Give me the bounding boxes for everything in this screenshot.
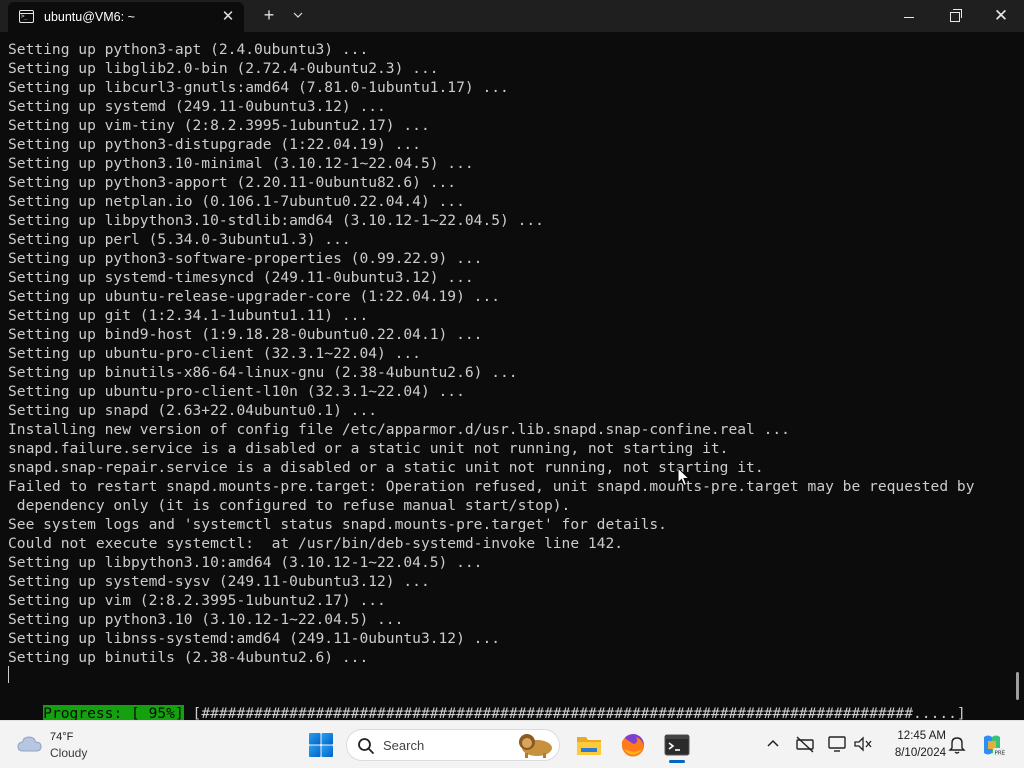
terminal-line: Setting up bind9-host (1:9.18.28-0ubuntu… <box>8 326 483 343</box>
tray-overflow-chevron-icon[interactable] <box>762 733 784 755</box>
tab-dropdown-button[interactable] <box>288 4 308 26</box>
terminal-line: Setting up libpython3.10:amd64 (3.10.12-… <box>8 554 483 571</box>
firefox-icon[interactable] <box>616 729 650 761</box>
terminal-line: Setting up libnss-systemd:amd64 (249.11-… <box>8 630 501 647</box>
restore-icon <box>950 9 962 23</box>
terminal-line: Installing new version of config file /e… <box>8 421 790 438</box>
terminal-line: Setting up perl (5.34.0-3ubuntu1.3) ... <box>8 231 351 248</box>
notification-bell-icon[interactable] <box>946 733 968 755</box>
weather-condition: Cloudy <box>50 746 88 760</box>
terminal-line: Setting up python3-software-properties (… <box>8 250 483 267</box>
terminal-line: Setting up snapd (2.63+22.04ubuntu0.1) .… <box>8 402 378 419</box>
terminal-line: Setting up binutils-x86-64-linux-gnu (2.… <box>8 364 518 381</box>
terminal-line: Setting up systemd (249.11-0ubuntu3.12) … <box>8 98 386 115</box>
terminal-app-icon[interactable] <box>660 729 694 761</box>
tab-title: ubuntu@VM6: ~ <box>44 10 135 24</box>
terminal-line: Setting up python3-apport (2.20.11-0ubun… <box>8 174 457 191</box>
tab-close-button[interactable]: ✕ <box>218 7 238 27</box>
svg-text:PRE: PRE <box>995 751 1006 757</box>
search-placeholder: Search <box>383 738 425 753</box>
terminal-line: Setting up libglib2.0-bin (2.72.4-0ubunt… <box>8 60 439 77</box>
terminal-line: Setting up binutils (2.38-4ubuntu2.6) ..… <box>8 649 369 666</box>
terminal-line: snapd.snap-repair.service is a disabled … <box>8 459 764 476</box>
active-app-indicator <box>669 760 685 763</box>
terminal-line: snapd.failure.service is a disabled or a… <box>8 440 729 457</box>
vertical-scrollbar[interactable] <box>1016 672 1019 700</box>
taskbar-search[interactable]: Search <box>346 729 560 761</box>
weather-temperature: 74°F <box>50 731 74 743</box>
terminal-line: Setting up vim-tiny (2:8.2.3995-1ubuntu2… <box>8 117 430 134</box>
terminal-line: Setting up python3.10-minimal (3.10.12-1… <box>8 155 474 172</box>
close-window-button[interactable]: ✕ <box>978 0 1024 32</box>
restore-button[interactable] <box>932 0 978 32</box>
terminal-line: Setting up libcurl3-gnutls:amd64 (7.81.0… <box>8 79 509 96</box>
terminal-line: Failed to restart snapd.mounts-pre.targe… <box>8 478 975 495</box>
title-bar: ubuntu@VM6: ~ ✕ + ✕ <box>0 0 1024 32</box>
clock-time: 12:45 AM <box>897 730 946 742</box>
clock-date: 8/10/2024 <box>894 747 946 759</box>
network-disconnected-icon[interactable] <box>794 733 816 755</box>
taskbar: 74°F Cloudy Search 12:45 AM 8/10/2024 PR… <box>0 720 1024 768</box>
weather-widget[interactable]: 74°F Cloudy <box>16 729 106 763</box>
terminal-line: See system logs and 'systemctl status sn… <box>8 516 667 533</box>
terminal-line: Setting up ubuntu-pro-client (32.3.1~22.… <box>8 345 421 362</box>
tab-ubuntu[interactable]: ubuntu@VM6: ~ ✕ <box>8 2 244 32</box>
terminal-line: Setting up libpython3.10-stdlib:amd64 (3… <box>8 212 544 229</box>
terminal-line: Setting up ubuntu-release-upgrader-core … <box>8 288 501 305</box>
terminal-tab-icon <box>19 10 34 23</box>
apt-progress-row: Progress: [ 95%] [######################… <box>8 685 966 722</box>
terminal-output: Setting up python3-apt (2.4.0ubuntu3) ..… <box>8 40 1008 667</box>
terminal-line: Setting up systemd-sysv (249.11-0ubuntu3… <box>8 573 430 590</box>
minimize-icon <box>904 16 914 18</box>
taskbar-clock[interactable]: 12:45 AM 8/10/2024 <box>878 728 946 762</box>
mouse-pointer-icon <box>677 467 691 487</box>
terminal-line: Setting up python3-distupgrade (1:22.04.… <box>8 136 421 153</box>
terminal-line: Setting up systemd-timesyncd (249.11-0ub… <box>8 269 474 286</box>
volume-icon[interactable] <box>852 733 874 755</box>
new-tab-button[interactable]: + <box>258 4 280 26</box>
terminal-line: dependency only (it is configured to ref… <box>8 497 571 514</box>
file-explorer-icon[interactable] <box>572 729 606 761</box>
copilot-icon[interactable]: PRE <box>978 731 1006 759</box>
windows-start-icon[interactable] <box>306 730 336 760</box>
text-cursor <box>8 666 9 683</box>
cloud-icon <box>17 736 42 752</box>
terminal-line: Setting up python3.10 (3.10.12-1~22.04.5… <box>8 611 404 628</box>
terminal-line: Setting up ubuntu-pro-client-l10n (32.3.… <box>8 383 465 400</box>
search-icon <box>358 738 374 754</box>
terminal-line: Setting up python3-apt (2.4.0ubuntu3) ..… <box>8 41 369 58</box>
terminal-line: Setting up git (1:2.34.1-1ubuntu1.11) ..… <box>8 307 369 324</box>
terminal-pane[interactable]: Setting up python3-apt (2.4.0ubuntu3) ..… <box>0 32 1024 722</box>
terminal-line: Could not execute systemctl: at /usr/bin… <box>8 535 624 552</box>
minimize-button[interactable] <box>886 0 932 32</box>
terminal-line: Setting up vim (2:8.2.3995-1ubuntu2.17) … <box>8 592 386 609</box>
chevron-down-icon <box>293 12 303 18</box>
search-highlight-lion-icon <box>519 734 552 758</box>
display-icon[interactable] <box>826 733 848 755</box>
terminal-line: Setting up netplan.io (0.106.1-7ubuntu0.… <box>8 193 465 210</box>
